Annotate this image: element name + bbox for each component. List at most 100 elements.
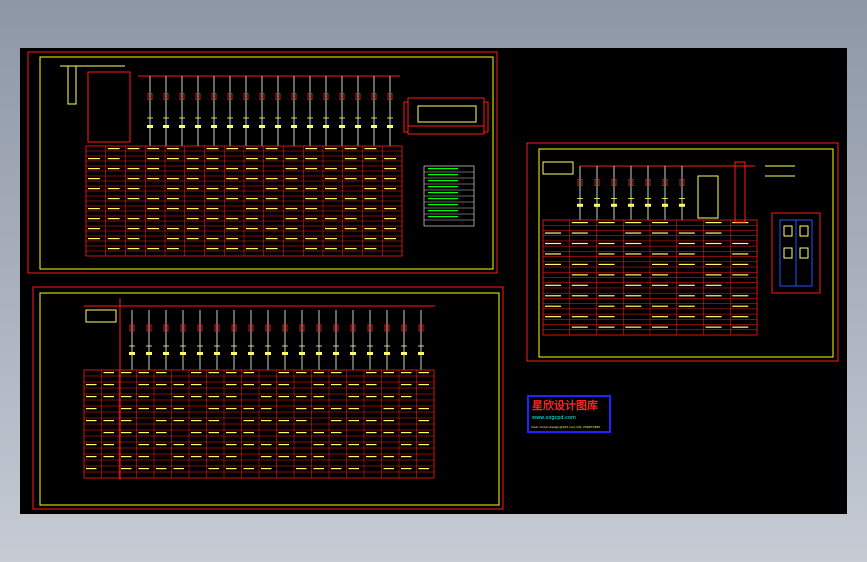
cell-text xyxy=(285,218,298,220)
cell-text xyxy=(167,228,179,230)
cell-text xyxy=(652,284,669,286)
label-block xyxy=(146,352,152,355)
label-block xyxy=(316,352,322,355)
legend-text xyxy=(428,204,458,206)
cell-text xyxy=(313,372,324,374)
cell-text xyxy=(364,238,377,240)
cell-text xyxy=(331,444,342,446)
cell-text xyxy=(598,222,615,224)
cell-text xyxy=(127,188,140,190)
cell-text xyxy=(571,242,588,245)
label-block xyxy=(367,352,373,355)
cell-text xyxy=(366,396,377,398)
cell-text xyxy=(208,372,219,374)
cell-text xyxy=(296,408,307,410)
cell-text xyxy=(418,468,429,470)
cell-text xyxy=(344,168,357,170)
legend-text xyxy=(428,192,458,194)
cell-text xyxy=(545,232,562,234)
cell-text xyxy=(278,396,289,398)
cell-text xyxy=(366,420,377,422)
schedule-table xyxy=(85,145,403,257)
cell-text xyxy=(191,372,202,374)
cell-text xyxy=(147,248,160,250)
label-block xyxy=(195,125,201,128)
cell-text xyxy=(261,420,272,422)
cell-text xyxy=(127,168,140,170)
cell-text xyxy=(313,396,324,398)
cell-text xyxy=(206,238,219,240)
cad-viewport[interactable]: 星欣设计图库 www.xxgcpd.com mail: xinxin.desig… xyxy=(20,48,847,514)
cell-text xyxy=(107,188,120,190)
cell-text xyxy=(246,148,258,150)
cell-text xyxy=(206,218,219,220)
cell-text xyxy=(705,242,722,245)
cell-text xyxy=(167,198,179,200)
cell-text xyxy=(147,158,160,160)
label-block xyxy=(577,203,583,207)
legend-text xyxy=(428,180,458,182)
legend-text xyxy=(428,174,458,176)
cell-text xyxy=(127,228,140,230)
cell-text xyxy=(313,468,324,470)
label-block xyxy=(350,352,356,355)
cell-text xyxy=(348,468,359,470)
label-block xyxy=(265,352,271,355)
cell-text xyxy=(366,372,377,374)
cell-text xyxy=(156,420,167,422)
cell-text xyxy=(103,384,114,386)
cell-text xyxy=(278,420,289,422)
cell-text xyxy=(348,444,359,446)
cell-text xyxy=(313,456,324,458)
designer-stamp: 星欣设计图库 www.xxgcpd.com mail: xinxin.desig… xyxy=(527,395,611,433)
cell-text xyxy=(278,456,289,458)
cell-text xyxy=(173,408,184,410)
sheet-inner-frame xyxy=(39,56,494,270)
cell-text xyxy=(296,456,307,458)
cell-text xyxy=(344,218,357,220)
cell-text xyxy=(732,263,749,266)
cell-text xyxy=(625,295,642,297)
cell-text xyxy=(121,372,132,374)
cell-text xyxy=(401,432,412,434)
cell-text xyxy=(246,168,258,170)
cell-text xyxy=(107,218,120,220)
cell-text xyxy=(186,238,199,240)
cell-text xyxy=(705,232,722,234)
cell-text xyxy=(167,238,179,240)
cell-text xyxy=(305,168,318,170)
cell-text xyxy=(296,420,307,422)
cell-text xyxy=(138,372,149,374)
cell-text xyxy=(156,384,167,386)
cell-text xyxy=(545,295,562,297)
cell-text xyxy=(364,158,377,160)
cell-text xyxy=(325,238,337,240)
cell-text xyxy=(167,208,179,210)
cell-text xyxy=(305,158,318,160)
cell-text xyxy=(705,284,722,286)
cell-text xyxy=(364,248,377,250)
cell-text xyxy=(167,148,179,150)
label-block xyxy=(163,125,169,128)
cell-text xyxy=(331,432,342,434)
cell-text xyxy=(208,432,219,434)
label-block xyxy=(179,125,185,128)
cell-text xyxy=(265,198,278,200)
cell-text xyxy=(206,168,219,170)
cell-text xyxy=(325,218,337,220)
cell-text xyxy=(208,468,219,470)
cell-text xyxy=(88,178,100,180)
cell-text xyxy=(344,248,357,250)
cell-text xyxy=(313,432,324,434)
cell-text xyxy=(226,148,239,150)
drawing-canvas[interactable]: 星欣设计图库 www.xxgcpd.com mail: xinxin.desig… xyxy=(20,48,847,514)
cell-text xyxy=(206,248,219,250)
label-block xyxy=(227,125,233,128)
cell-text xyxy=(278,444,289,446)
cabinet-elevation xyxy=(403,97,489,135)
cell-text xyxy=(243,432,254,434)
cell-text xyxy=(305,248,318,250)
cell-text xyxy=(401,468,412,470)
cell-text xyxy=(383,408,394,410)
cell-text xyxy=(571,232,588,234)
